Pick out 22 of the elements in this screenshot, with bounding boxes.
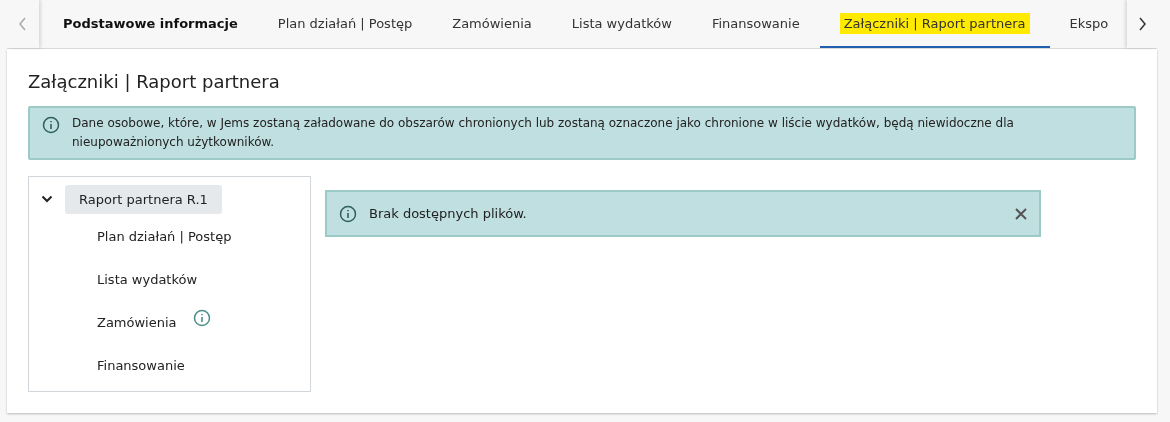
- info-icon: [339, 204, 357, 223]
- page-title: Załączniki | Raport partnera: [28, 71, 281, 92]
- tree-item[interactable]: Plan działań | Postęp: [97, 229, 232, 244]
- close-icon[interactable]: [1015, 207, 1027, 220]
- tab[interactable]: Zamówienia: [432, 0, 552, 48]
- chevron-left-icon: [18, 17, 28, 31]
- tab[interactable]: Ekspo: [1049, 0, 1127, 48]
- tree-item[interactable]: Zamówienia: [97, 315, 177, 330]
- banner-text: Dane osobowe, które, w Jems zostaną załadowane do obszarów chronionych lub zostaną oznaczone jako chronione w liście wydatków, będą niewidoczne dla nieupoważnionych użytkowników.: [72, 115, 1015, 151]
- chevron-right-icon: [1137, 17, 1147, 31]
- tab[interactable]: Załączniki | Raport partnera: [819, 0, 1050, 48]
- tab[interactable]: Podstawowe informacje: [43, 0, 258, 48]
- notice-text: Brak dostępnych plików.: [369, 206, 528, 221]
- tab[interactable]: Plan działań | Postęp: [257, 0, 433, 48]
- chevron-down-icon[interactable]: [41, 195, 53, 203]
- tab[interactable]: Lista wydatków: [551, 0, 692, 48]
- tree-item[interactable]: Finansowanie: [97, 358, 185, 373]
- info-icon[interactable]: [192, 308, 211, 327]
- tree-item[interactable]: Lista wydatków: [97, 272, 198, 287]
- tree-item[interactable]: Raport partnera R.1: [65, 184, 222, 214]
- tab[interactable]: Finansowanie: [691, 0, 820, 48]
- info-icon: [42, 116, 60, 134]
